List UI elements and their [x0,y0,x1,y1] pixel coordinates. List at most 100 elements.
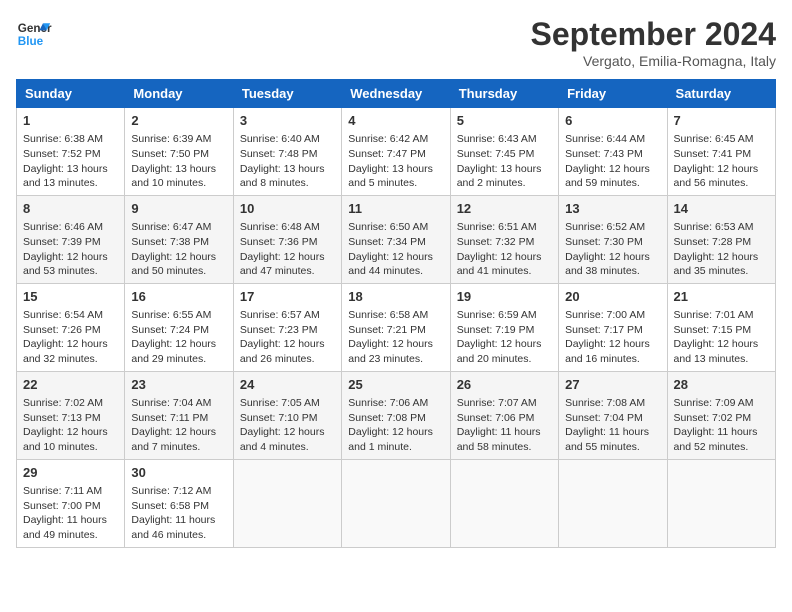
cell-line: Sunrise: 6:42 AM [348,132,443,147]
calendar-week-3: 15Sunrise: 6:54 AMSunset: 7:26 PMDayligh… [17,283,776,371]
day-number: 25 [348,376,443,394]
cell-line: Sunrise: 6:47 AM [131,220,226,235]
cell-line: Sunset: 7:30 PM [565,235,660,250]
cell-line: Daylight: 12 hours [23,337,118,352]
day-number: 18 [348,288,443,306]
day-number: 2 [131,112,226,130]
day-number: 28 [674,376,769,394]
day-number: 6 [565,112,660,130]
cell-line: Sunrise: 7:08 AM [565,396,660,411]
svg-text:Blue: Blue [18,35,44,48]
calendar-cell [667,459,775,547]
cell-line: Sunset: 7:26 PM [23,323,118,338]
day-number: 24 [240,376,335,394]
day-header-tuesday: Tuesday [233,80,341,108]
cell-line: Daylight: 12 hours [23,425,118,440]
calendar-week-2: 8Sunrise: 6:46 AMSunset: 7:39 PMDaylight… [17,195,776,283]
cell-line: Sunset: 7:36 PM [240,235,335,250]
cell-line: Daylight: 12 hours [23,250,118,265]
logo-icon: General Blue [16,16,52,52]
cell-line: Sunset: 7:13 PM [23,411,118,426]
cell-line: Sunrise: 7:05 AM [240,396,335,411]
cell-line: Sunrise: 7:11 AM [23,484,118,499]
day-number: 12 [457,200,552,218]
cell-line: and 59 minutes. [565,176,660,191]
day-number: 9 [131,200,226,218]
cell-line: and 49 minutes. [23,528,118,543]
calendar-cell: 8Sunrise: 6:46 AMSunset: 7:39 PMDaylight… [17,195,125,283]
title-area: September 2024 Vergato, Emilia-Romagna, … [531,16,776,69]
cell-line: and 26 minutes. [240,352,335,367]
cell-line: and 56 minutes. [674,176,769,191]
cell-line: and 7 minutes. [131,440,226,455]
cell-line: Sunset: 6:58 PM [131,499,226,514]
day-number: 15 [23,288,118,306]
cell-line: and 23 minutes. [348,352,443,367]
cell-line: and 5 minutes. [348,176,443,191]
calendar-cell: 12Sunrise: 6:51 AMSunset: 7:32 PMDayligh… [450,195,558,283]
cell-line: Sunrise: 6:51 AM [457,220,552,235]
calendar-cell: 3Sunrise: 6:40 AMSunset: 7:48 PMDaylight… [233,108,341,196]
cell-line: Daylight: 13 hours [240,162,335,177]
day-number: 13 [565,200,660,218]
cell-line: Sunset: 7:43 PM [565,147,660,162]
cell-line: Sunset: 7:28 PM [674,235,769,250]
cell-line: Sunset: 7:34 PM [348,235,443,250]
calendar-cell: 2Sunrise: 6:39 AMSunset: 7:50 PMDaylight… [125,108,233,196]
cell-line: Sunset: 7:08 PM [348,411,443,426]
calendar-cell: 16Sunrise: 6:55 AMSunset: 7:24 PMDayligh… [125,283,233,371]
cell-line: Sunset: 7:06 PM [457,411,552,426]
day-header-monday: Monday [125,80,233,108]
cell-line: Sunset: 7:04 PM [565,411,660,426]
cell-line: and 52 minutes. [674,440,769,455]
day-number: 17 [240,288,335,306]
cell-line: Sunrise: 6:55 AM [131,308,226,323]
cell-line: Sunrise: 6:45 AM [674,132,769,147]
cell-line: Sunrise: 6:57 AM [240,308,335,323]
cell-line: Daylight: 13 hours [131,162,226,177]
cell-line: and 2 minutes. [457,176,552,191]
cell-line: Sunrise: 6:59 AM [457,308,552,323]
month-title: September 2024 [531,16,776,53]
calendar-week-1: 1Sunrise: 6:38 AMSunset: 7:52 PMDaylight… [17,108,776,196]
cell-line: Daylight: 12 hours [457,337,552,352]
cell-line: Sunset: 7:15 PM [674,323,769,338]
cell-line: and 8 minutes. [240,176,335,191]
cell-line: Daylight: 12 hours [457,250,552,265]
cell-line: Sunrise: 6:52 AM [565,220,660,235]
cell-line: Daylight: 13 hours [23,162,118,177]
day-header-sunday: Sunday [17,80,125,108]
day-number: 23 [131,376,226,394]
calendar-cell: 30Sunrise: 7:12 AMSunset: 6:58 PMDayligh… [125,459,233,547]
day-number: 26 [457,376,552,394]
location-subtitle: Vergato, Emilia-Romagna, Italy [531,53,776,69]
cell-line: and 13 minutes. [23,176,118,191]
calendar-cell: 29Sunrise: 7:11 AMSunset: 7:00 PMDayligh… [17,459,125,547]
calendar-cell [233,459,341,547]
cell-line: Sunrise: 6:40 AM [240,132,335,147]
day-number: 4 [348,112,443,130]
cell-line: Daylight: 12 hours [674,250,769,265]
calendar-cell: 22Sunrise: 7:02 AMSunset: 7:13 PMDayligh… [17,371,125,459]
cell-line: Daylight: 11 hours [457,425,552,440]
calendar-cell: 4 Sunrise: 6:42 AMSunset: 7:47 PMDaylight… [342,108,450,196]
cell-line: Daylight: 11 hours [23,513,118,528]
cell-line: Sunset: 7:47 PM [348,147,443,162]
cell-line: Sunset: 7:00 PM [23,499,118,514]
day-header-wednesday: Wednesday [342,80,450,108]
day-number: 16 [131,288,226,306]
cell-line: and 13 minutes. [674,352,769,367]
cell-line: Sunrise: 6:38 AM [23,132,118,147]
day-number: 8 [23,200,118,218]
cell-line: and 29 minutes. [131,352,226,367]
calendar-cell: 13 Sunrise: 6:52 AMSunset: 7:30 PMDayligh… [559,195,667,283]
day-number: 20 [565,288,660,306]
cell-line: Daylight: 11 hours [565,425,660,440]
cell-line: Sunrise: 7:07 AM [457,396,552,411]
calendar-cell: 18Sunrise: 6:58 AMSunset: 7:21 PMDayligh… [342,283,450,371]
cell-line: Sunset: 7:39 PM [23,235,118,250]
cell-line: Daylight: 12 hours [565,250,660,265]
cell-line: Daylight: 13 hours [348,162,443,177]
cell-line: Daylight: 12 hours [240,337,335,352]
day-number: 5 [457,112,552,130]
